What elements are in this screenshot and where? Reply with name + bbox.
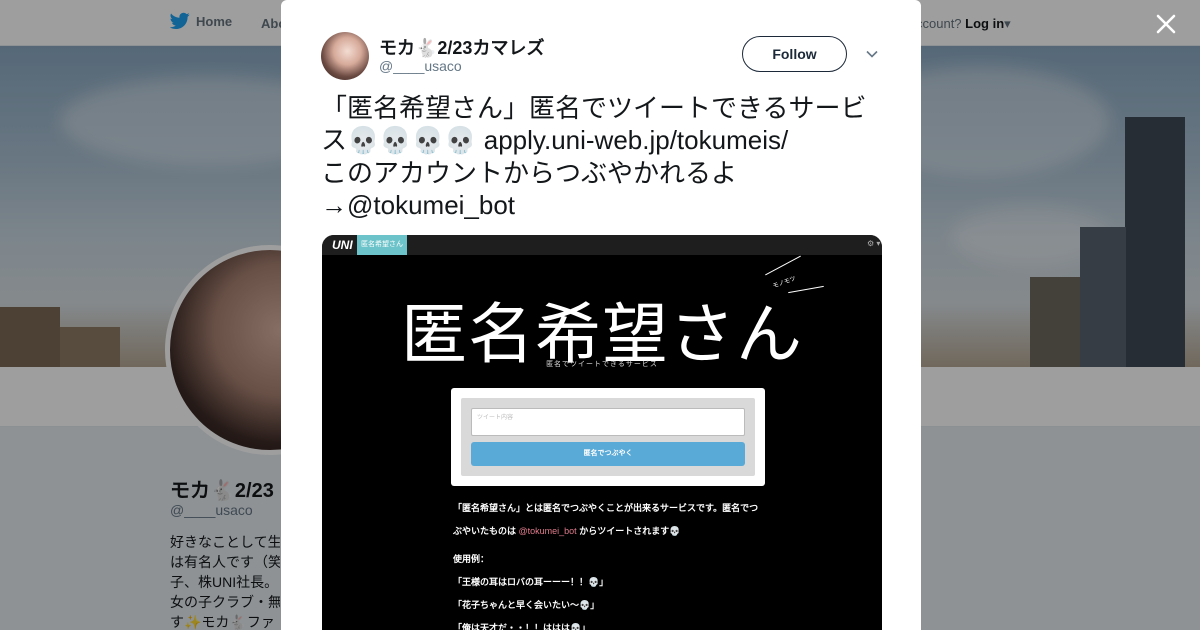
usage-title: 使用例：: [453, 554, 490, 564]
media-app-bar: UNI 匿名希望さん ⚙ ▾: [322, 235, 882, 255]
gear-icon: ⚙ ▾: [867, 239, 881, 248]
media-submit-button: 匿名でつぶやく: [471, 442, 745, 466]
author-name[interactable]: モカ🐇2/23カマレズ: [379, 34, 544, 60]
tweet-media-image[interactable]: UNI 匿名希望さん ⚙ ▾ 匿名希望さん モノモツ 匿名でツイートできるサービ…: [322, 235, 882, 630]
usage-example: 「王様の耳はロバの耳ーーー！！💀」: [453, 577, 609, 587]
tweet-text: 「匿名希望さん」匿名でツイートできるサービス💀💀💀💀 apply.uni-web…: [321, 92, 891, 221]
tweet-text-part2: このアカウントからつぶやかれるよ→@tokumei_bot: [321, 158, 738, 220]
author-handle[interactable]: @____usaco: [379, 58, 462, 74]
desc-line: 「匿名希望さん」とは匿名でつぶやくことが出来るサービスです。匿名でつ: [453, 503, 759, 513]
desc-text: からツイートされます💀: [576, 526, 681, 536]
media-subtitle: 匿名でツイートできるサービス: [546, 361, 658, 368]
desc-bot-handle: @tokumei_bot: [518, 526, 577, 536]
follow-button[interactable]: Follow: [742, 36, 847, 72]
media-usage: 使用例： 「王様の耳はロバの耳ーーー！！💀」 「花子ちゃんと早く会いたい〜💀」 …: [453, 548, 773, 630]
tweet-link[interactable]: apply.uni-web.jp/tokumeis/: [484, 125, 788, 155]
media-tweet-input: ツイート内容: [471, 408, 745, 436]
media-form-inner: ツイート内容 匿名でつぶやく: [461, 398, 755, 476]
tweet-modal: モカ🐇2/23カマレズ @____usaco Follow 「匿名希望さん」匿名…: [281, 0, 921, 630]
skull-emoji: 💀💀💀💀: [347, 126, 477, 156]
media-decoration: [765, 255, 801, 276]
desc-text: ぶやいたものは: [453, 526, 519, 536]
media-description: 「匿名希望さん」とは匿名でつぶやくことが出来るサービスです。匿名でつ ぶやいたも…: [453, 497, 773, 543]
media-logo: UNI: [332, 238, 353, 252]
desc-line: ぶやいたものは @tokumei_bot からツイートされます💀: [453, 520, 773, 543]
media-form: ツイート内容 匿名でつぶやく: [451, 388, 765, 486]
usage-example: 「俺は天才だ・・！！ははは💀」: [453, 623, 591, 630]
chevron-down-icon[interactable]: [864, 46, 880, 62]
close-icon[interactable]: [1152, 10, 1180, 38]
media-tab: 匿名希望さん: [357, 235, 407, 255]
usage-example: 「花子ちゃんと早く会いたい〜💀」: [453, 600, 600, 610]
author-avatar[interactable]: [321, 32, 369, 80]
